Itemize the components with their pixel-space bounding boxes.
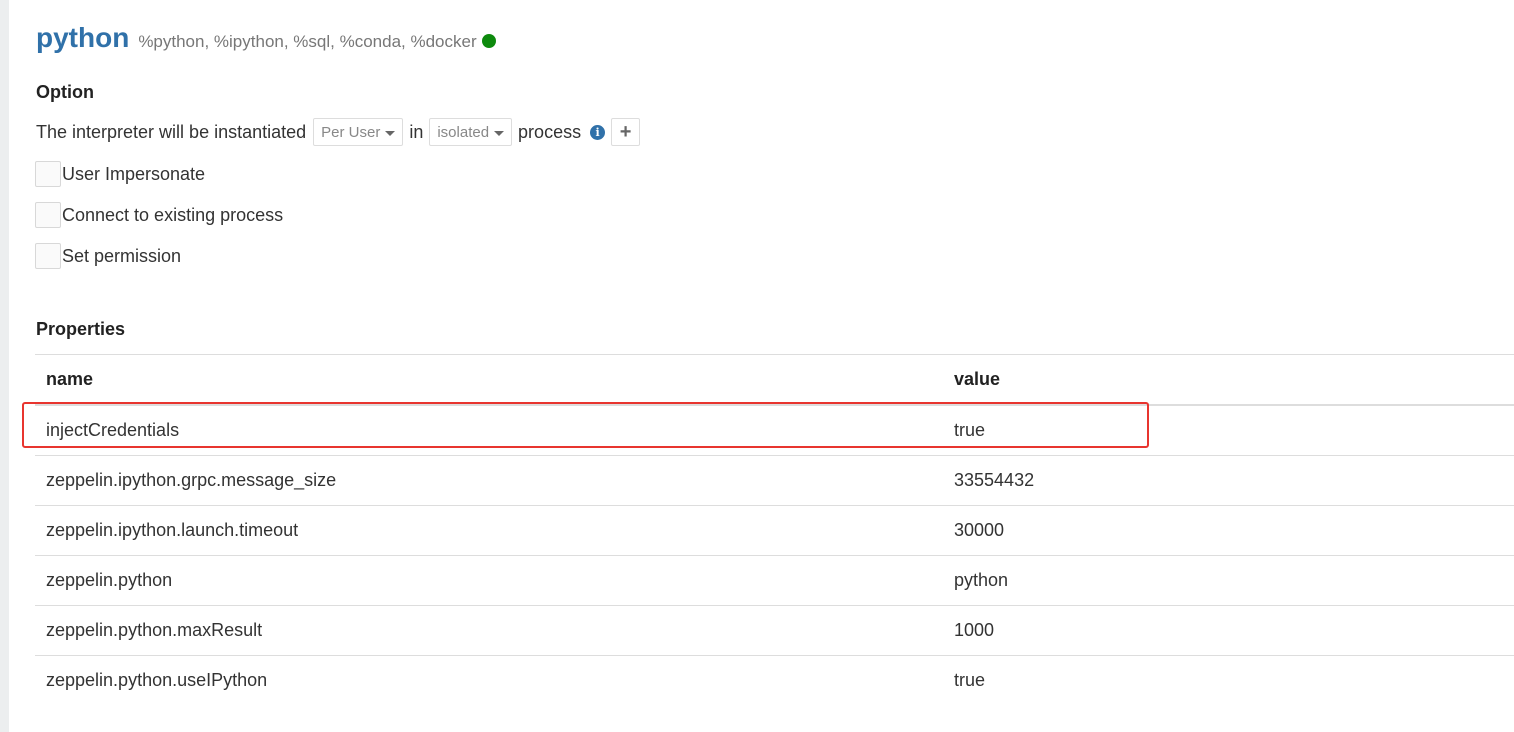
property-value: true (943, 405, 1514, 456)
caret-down-icon (494, 130, 505, 136)
property-value: 30000 (943, 505, 1514, 556)
instantiation-option: The interpreter will be instantiated Per… (36, 117, 641, 147)
scope-dropdown-value: Per User (321, 123, 381, 141)
left-edge-strip (0, 0, 9, 732)
option-heading: Option (36, 82, 94, 102)
set-permission-label: Set permission (62, 245, 182, 266)
in-label: in (409, 121, 424, 142)
table-header-row: name value (35, 354, 1514, 406)
info-icon[interactable]: i (590, 124, 606, 140)
property-value: 33554432 (943, 455, 1514, 506)
connect-existing-checkbox[interactable] (35, 202, 61, 228)
property-value: true (954, 670, 986, 690)
property-name: zeppelin.ipython.launch.timeout (35, 505, 943, 556)
process-label: process (518, 121, 582, 142)
connect-existing-option[interactable]: Connect to existing process (35, 202, 283, 228)
set-permission-option[interactable]: Set permission (35, 243, 181, 269)
instantiate-label: The interpreter will be instantiated (36, 121, 307, 142)
user-impersonate-checkbox[interactable] (35, 161, 61, 187)
table-row: zeppelin.ipython.grpc.message_size 33554… (35, 455, 1514, 506)
mode-dropdown-value: isolated (437, 123, 490, 141)
caret-down-icon (385, 130, 396, 136)
table-row: zeppelin.python python (35, 555, 1514, 606)
scope-dropdown[interactable]: Per User (313, 118, 404, 146)
interpreter-name[interactable]: python (36, 22, 129, 54)
property-name: injectCredentials (35, 405, 943, 456)
mode-dropdown[interactable]: isolated (429, 118, 513, 146)
property-name: zeppelin.python.useIPython (46, 670, 268, 690)
property-name: zeppelin.ipython.grpc.message_size (35, 455, 943, 506)
table-row: zeppelin.python.maxResult 1000 (35, 605, 1514, 656)
property-value: 1000 (943, 605, 1514, 656)
set-permission-checkbox[interactable] (35, 243, 61, 269)
table-row: injectCredentials true (35, 405, 1514, 456)
add-option-button[interactable]: + (611, 118, 641, 146)
connect-existing-label: Connect to existing process (62, 204, 284, 225)
property-value: python (943, 555, 1514, 606)
value-column-header: value (943, 354, 1514, 406)
name-column-header: name (35, 354, 943, 406)
properties-table: name value injectCredentials true zeppel… (35, 354, 1514, 705)
interpreter-bindings: %python, %ipython, %sql, %conda, %docker (138, 32, 477, 51)
interpreter-header: python %python, %ipython, %sql, %conda, … (36, 22, 496, 54)
table-row: zeppelin.ipython.launch.timeout 30000 (35, 505, 1514, 556)
property-name: zeppelin.python (35, 555, 943, 606)
property-name: zeppelin.python.maxResult (35, 605, 943, 656)
properties-heading: Properties (36, 319, 126, 339)
user-impersonate-label: User Impersonate (62, 163, 206, 184)
user-impersonate-option[interactable]: User Impersonate (35, 161, 205, 187)
table-row: zeppelin.python.useIPython true (35, 656, 1514, 706)
status-indicator-icon (481, 34, 496, 48)
